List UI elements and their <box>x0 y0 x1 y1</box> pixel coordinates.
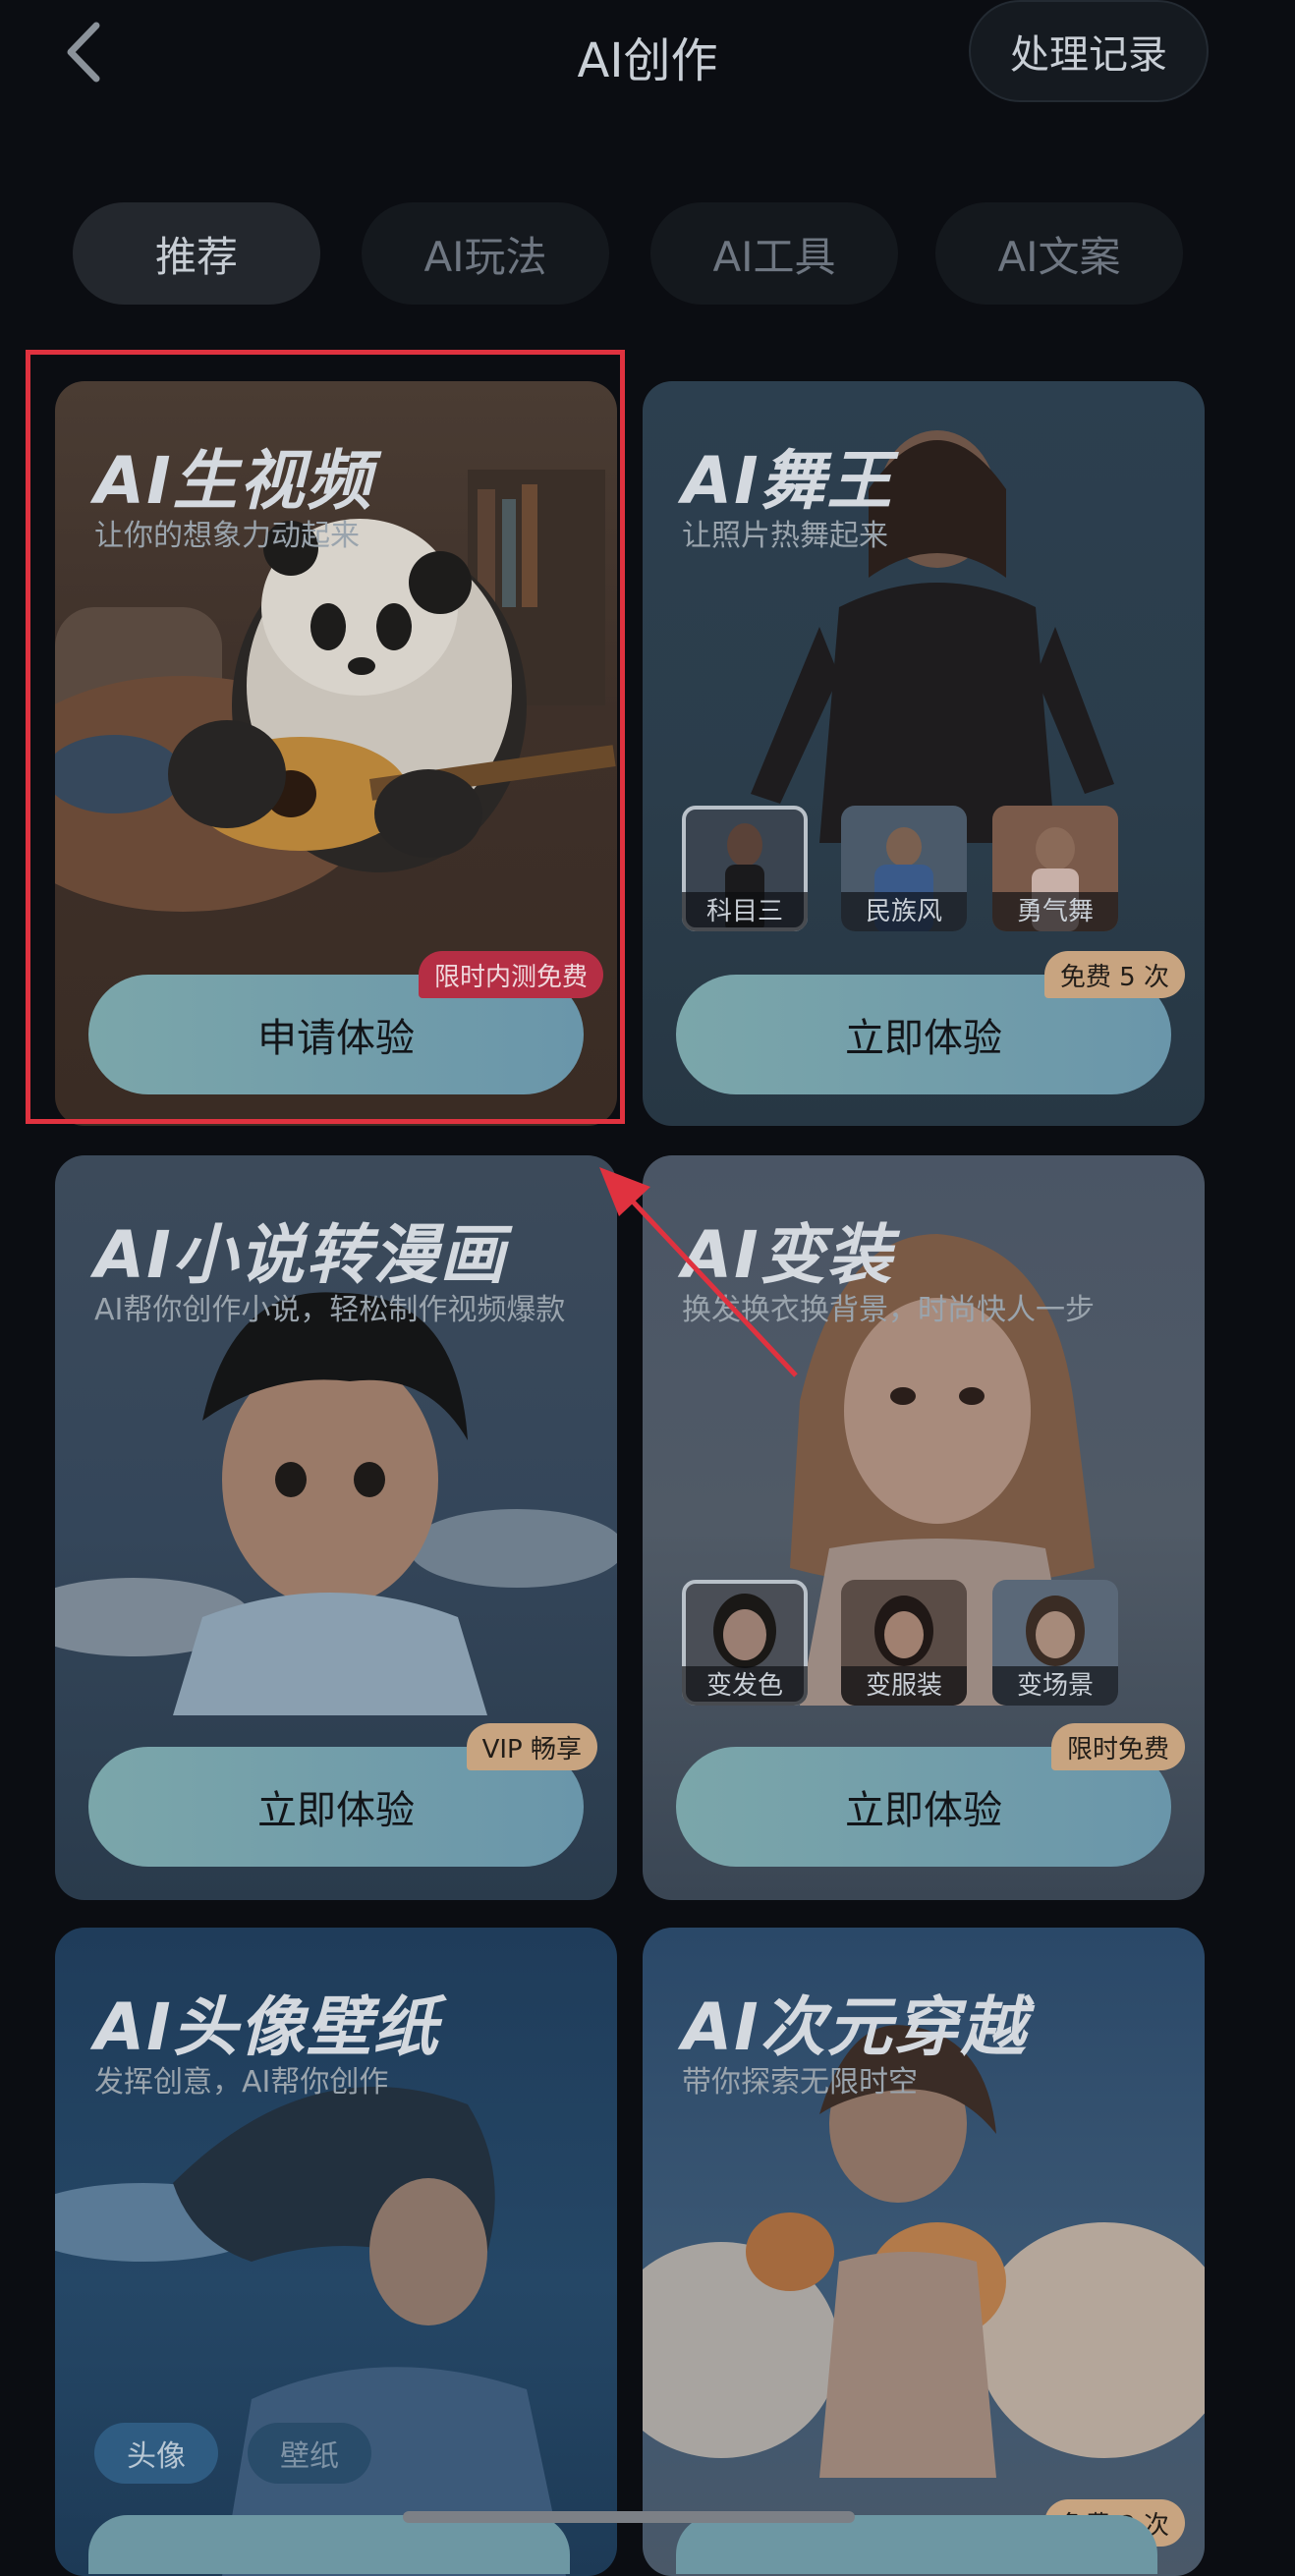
category-tabs: 推荐 AI玩法 AI工具 AI文案 <box>73 202 1183 305</box>
home-indicator <box>403 2511 855 2523</box>
tab-recommend[interactable]: 推荐 <box>73 202 320 305</box>
style-thumbs: 变发色 变服装 变场景 <box>682 1580 1173 1708</box>
card-subtitle: 带你探索无限时空 <box>682 2065 918 2100</box>
history-button[interactable]: 处理记录 <box>969 0 1209 102</box>
style-thumbs: 科目三 民族风 勇气舞 <box>682 806 1173 933</box>
style-thumb-kemusan[interactable]: 科目三 <box>682 806 808 931</box>
card-subtitle: 让照片热舞起来 <box>682 519 888 553</box>
card-ai-travel[interactable]: AI次元穿越 带你探索无限时空 免费 3 次 <box>643 1928 1205 2576</box>
highlight-box <box>26 350 625 1124</box>
style-thumb-yongqi[interactable]: 勇气舞 <box>992 806 1118 931</box>
tab-ai-tools[interactable]: AI工具 <box>650 202 898 305</box>
card-title: AI次元穿越 <box>682 1989 1028 2065</box>
free-badge: 限时免费 <box>1050 1723 1185 1770</box>
card-subtitle: 发挥创意，AI帮你创作 <box>94 2065 389 2100</box>
vip-badge: VIP 畅享 <box>466 1723 597 1770</box>
card-subtitle: AI帮你创作小说，轻松制作视频爆款 <box>94 1293 566 1327</box>
style-thumb-minzu[interactable]: 民族风 <box>841 806 967 931</box>
card-title: AI头像壁纸 <box>94 1989 440 2065</box>
free-count-badge: 免费 5 次 <box>1043 951 1185 998</box>
card-ai-avatar[interactable]: AI头像壁纸 发挥创意，AI帮你创作 头像 壁纸 <box>55 1928 617 2576</box>
tab-ai-copy[interactable]: AI文案 <box>935 202 1183 305</box>
pointer-arrow <box>599 1167 798 1377</box>
chip-avatar[interactable]: 头像 <box>94 2423 218 2484</box>
avatar-cta-partial[interactable] <box>88 2515 570 2574</box>
travel-cta-partial[interactable] <box>676 2515 1157 2574</box>
card-title: AI小说转漫画 <box>94 1217 507 1293</box>
style-thumb-scene[interactable]: 变场景 <box>992 1580 1118 1706</box>
card-ai-comic[interactable]: AI小说转漫画 AI帮你创作小说，轻松制作视频爆款 立即体验 VIP 畅享 <box>55 1155 617 1900</box>
card-title: AI舞王 <box>682 443 894 519</box>
card-ai-dance[interactable]: AI舞王 让照片热舞起来 科目三 民族风 勇气舞 立即体验 免费 5 次 <box>643 381 1205 1126</box>
style-thumb-hair-color[interactable]: 变发色 <box>682 1580 808 1706</box>
tab-ai-play[interactable]: AI玩法 <box>362 202 609 305</box>
chip-wallpaper[interactable]: 壁纸 <box>248 2423 371 2484</box>
style-thumb-outfit[interactable]: 变服装 <box>841 1580 967 1706</box>
